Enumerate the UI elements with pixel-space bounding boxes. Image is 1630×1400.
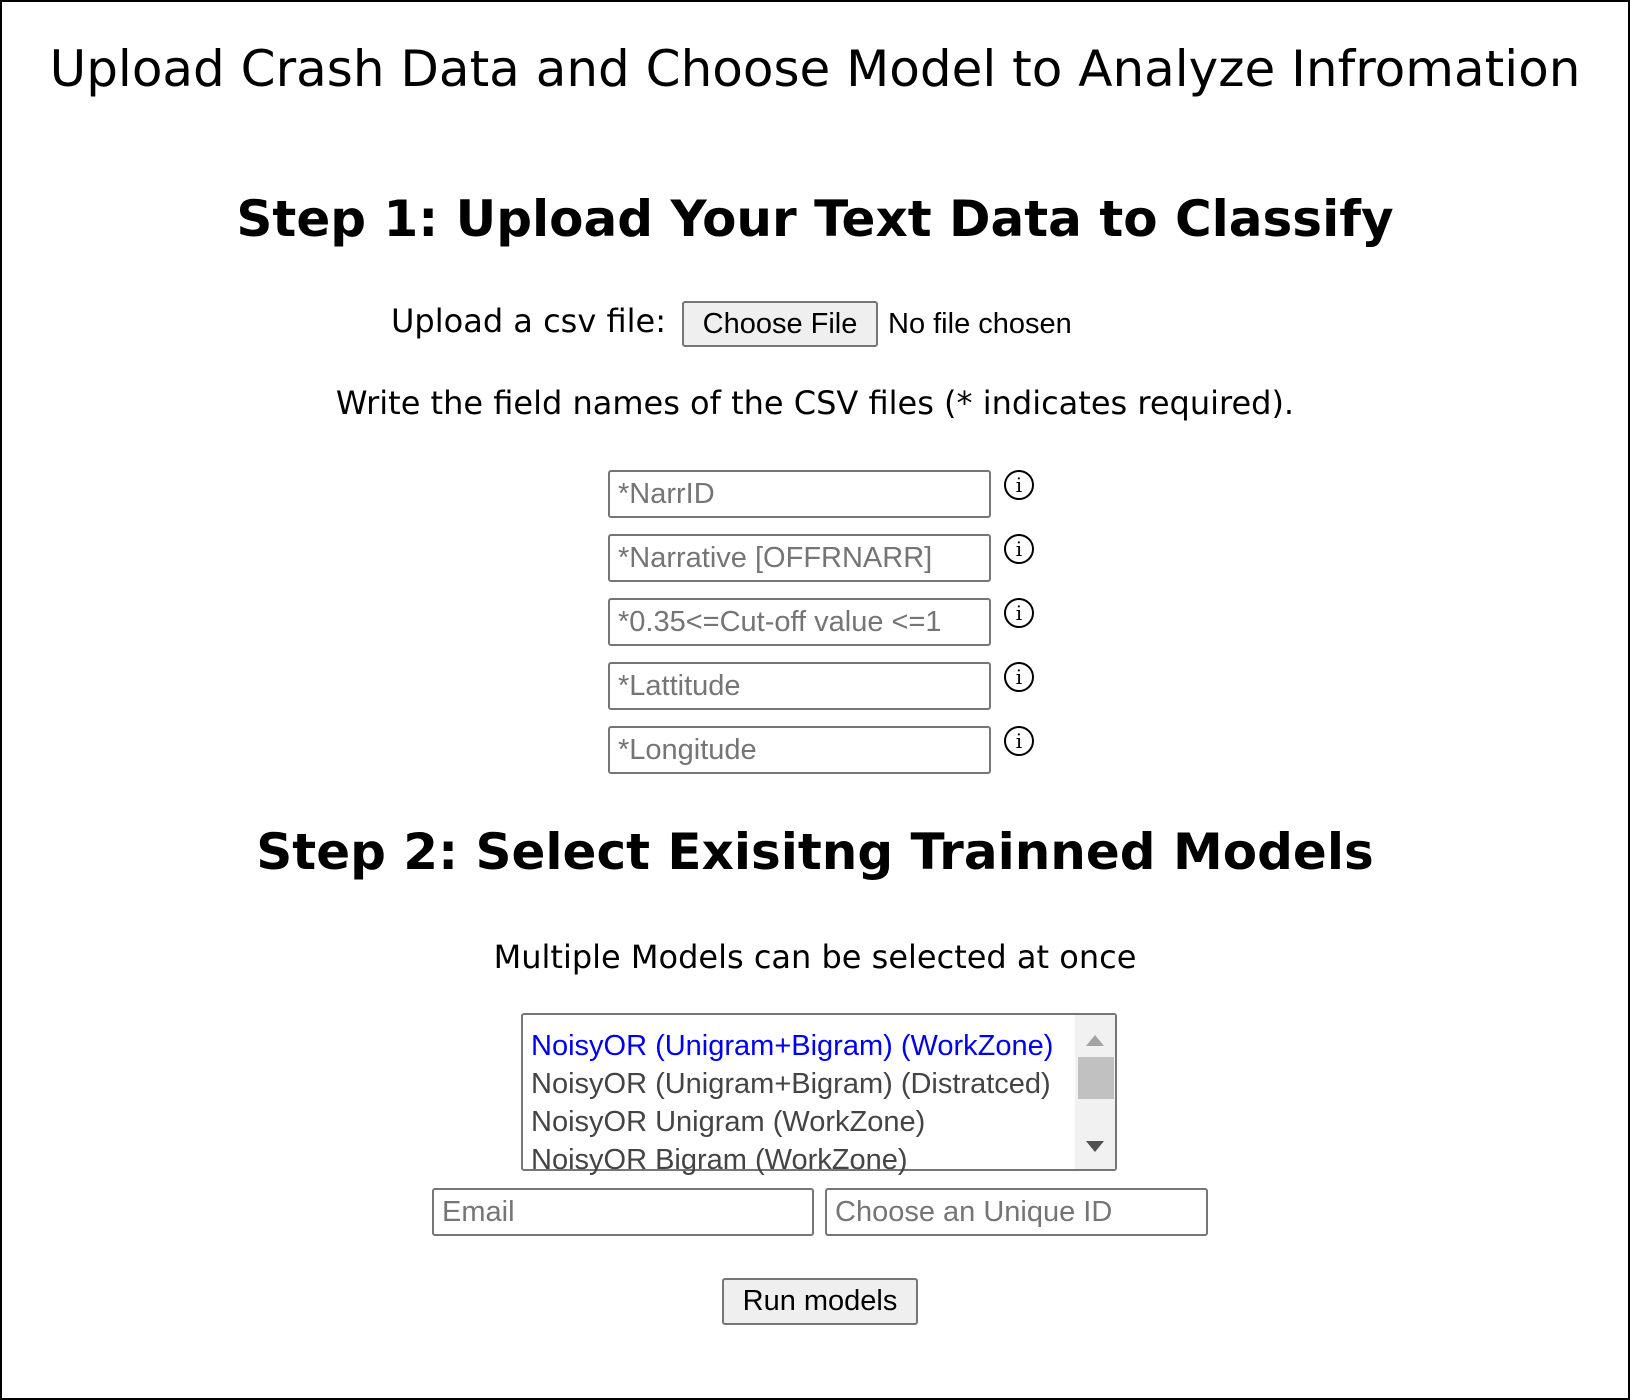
model-option[interactable]: NoisyOR Unigram (WorkZone) [531,1103,925,1141]
step2-heading: Step 2: Select Exisitng Trainned Models [256,823,1374,881]
scrollbar-thumb[interactable] [1078,1057,1114,1099]
info-icon[interactable]: i [1004,662,1034,692]
upload-label: Upload a csv file: [391,302,666,340]
email-field[interactable] [432,1188,814,1236]
listbox-scrollbar[interactable] [1075,1015,1115,1169]
info-icon[interactable]: i [1004,598,1034,628]
model-option[interactable]: NoisyOR (Unigram+Bigram) (WorkZone) [531,1027,1053,1065]
narrid-field[interactable] [608,470,991,518]
longitude-field[interactable] [608,726,991,774]
latitude-field[interactable] [608,662,991,710]
no-file-chosen-text: No file chosen [888,308,1072,340]
unique-id-field[interactable] [825,1188,1208,1236]
info-icon[interactable]: i [1004,470,1034,500]
step1-heading: Step 1: Upload Your Text Data to Classif… [236,190,1394,248]
narrative-field[interactable] [608,534,991,582]
scroll-up-icon[interactable] [1086,1035,1104,1046]
info-icon[interactable]: i [1004,534,1034,564]
run-models-button[interactable]: Run models [722,1278,918,1325]
scroll-down-icon[interactable] [1086,1141,1104,1152]
choose-file-button[interactable]: Choose File [682,301,878,347]
info-icon[interactable]: i [1004,726,1034,756]
model-select-list[interactable]: NoisyOR (Unigram+Bigram) (WorkZone) Nois… [521,1013,1117,1176]
page-title: Upload Crash Data and Choose Model to An… [49,40,1581,98]
multi-select-hint: Multiple Models can be selected at once [493,938,1137,976]
field-names-form: i i i i i [608,470,1048,775]
model-option[interactable]: NoisyOR Bigram (WorkZone) [531,1141,908,1179]
cutoff-value-field[interactable] [608,598,991,646]
field-instructions: Write the field names of the CSV files (… [335,384,1295,422]
model-option[interactable]: NoisyOR (Unigram+Bigram) (Distratced) [531,1065,1051,1103]
